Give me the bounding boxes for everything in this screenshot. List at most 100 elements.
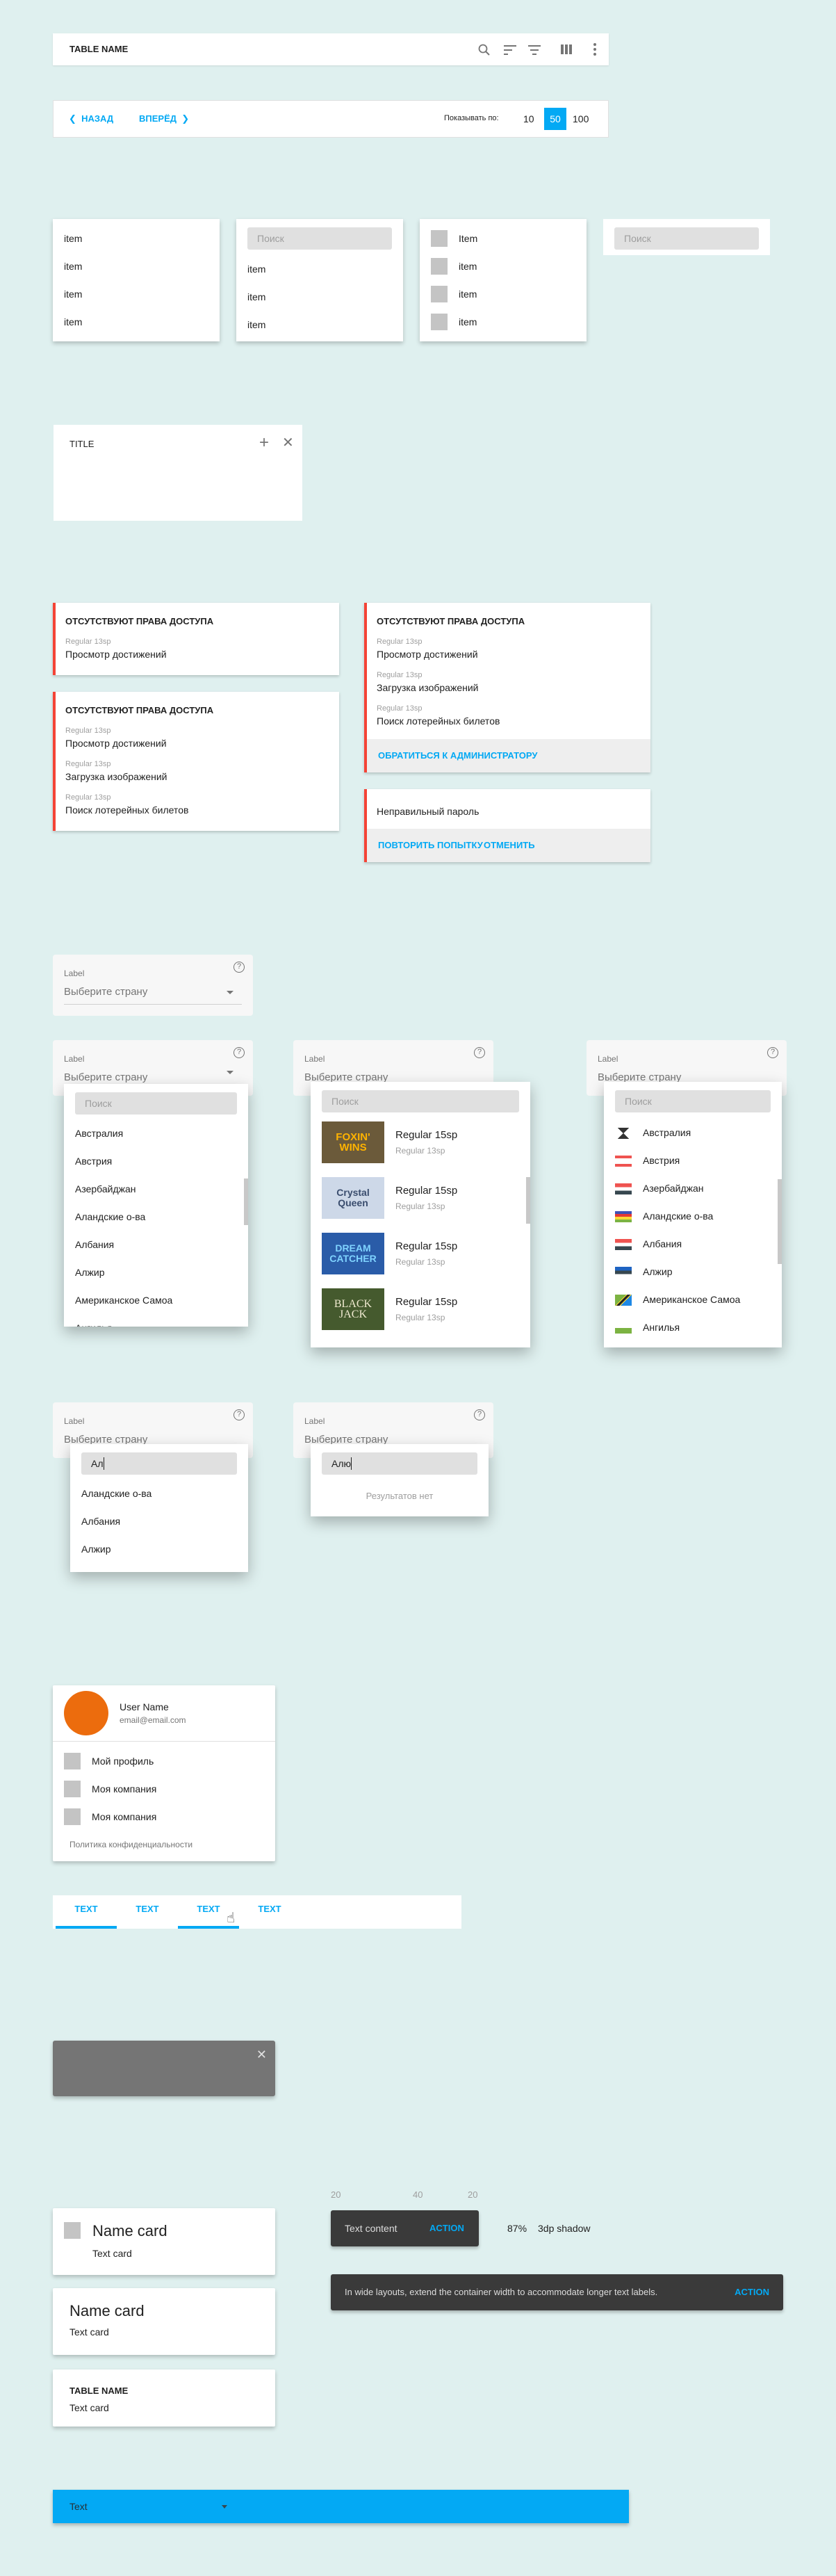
country-option[interactable]: Алжир: [81, 1544, 110, 1555]
menu-item[interactable]: Item: [459, 232, 477, 245]
country-option[interactable]: Американское Самоа: [75, 1295, 172, 1306]
search-input[interactable]: Ал: [81, 1452, 237, 1475]
country-option[interactable]: Албания: [75, 1239, 114, 1250]
tab-2[interactable]: TEXT: [117, 1895, 178, 1929]
per-page-50[interactable]: 50: [544, 108, 566, 130]
flag-icon: [615, 1322, 632, 1334]
alert-message: Неправильный пароль: [377, 806, 480, 817]
country-option[interactable]: Американское Самоа: [643, 1294, 740, 1305]
country-option[interactable]: Азербайджан: [643, 1183, 704, 1194]
contact-admin-button[interactable]: ОБРАТИТЬСЯ К АДМИНИСТРАТОРУ: [378, 750, 538, 761]
country-option[interactable]: Алжир: [643, 1266, 672, 1277]
menu-item[interactable]: item: [64, 232, 82, 245]
country-option[interactable]: Албания: [81, 1516, 120, 1527]
select-label: Label: [598, 1054, 618, 1064]
menu-item[interactable]: item: [64, 260, 82, 273]
sort-icon[interactable]: [503, 44, 517, 56]
alert-value: Поиск лотерейных билетов: [377, 715, 500, 727]
game-title[interactable]: Regular 15sp: [395, 1296, 457, 1308]
select-label: Label: [64, 1054, 85, 1064]
select-label: Label: [304, 1416, 325, 1426]
back-button[interactable]: ❮ НАЗАД: [69, 113, 113, 124]
search-input[interactable]: Поиск: [247, 227, 392, 250]
menu-item-company[interactable]: Моя компания: [92, 1783, 156, 1795]
country-option[interactable]: Аландские о-ва: [643, 1210, 713, 1222]
menu-item[interactable]: item: [247, 263, 265, 275]
help-icon[interactable]: ?: [474, 1047, 485, 1058]
menu-item-profile[interactable]: Мой профиль: [92, 1755, 154, 1767]
menu-item[interactable]: item: [64, 316, 82, 328]
game-title[interactable]: Regular 15sp: [395, 1240, 457, 1252]
search-input[interactable]: Алю: [322, 1452, 477, 1475]
avatar[interactable]: [64, 1691, 108, 1735]
access-alert-action: ОТСУТСТВУЮТ ПРАВА ДОСТУПА Regular 13sp П…: [364, 603, 650, 772]
menu-item[interactable]: item: [247, 291, 265, 303]
tab-1[interactable]: TEXT: [56, 1895, 117, 1929]
game-title[interactable]: Regular 15sp: [395, 1185, 457, 1197]
scrollbar[interactable]: [526, 1177, 530, 1224]
per-page-10[interactable]: 10: [523, 113, 534, 124]
game-thumbnail[interactable]: DREAM CATCHER: [322, 1233, 384, 1274]
country-option[interactable]: Аландские о-ва: [81, 1488, 151, 1499]
dropdown-arrow-icon: [227, 1071, 233, 1074]
game-thumbnail[interactable]: BLACK JACK: [322, 1288, 384, 1330]
chevron-right-icon: ❯: [181, 113, 190, 124]
help-icon[interactable]: ?: [767, 1047, 778, 1058]
country-option[interactable]: Аландские о-ва: [75, 1211, 145, 1222]
help-icon[interactable]: ?: [233, 1047, 245, 1058]
filter-icon[interactable]: [527, 44, 541, 56]
blue-select-bar[interactable]: Text: [53, 2490, 629, 2523]
alert-footer: ПОВТОРИТЬ ПОПЫТКУ ОТМЕНИТЬ: [367, 829, 650, 862]
chevron-left-icon: ❮: [69, 113, 76, 124]
country-option[interactable]: Алжир: [75, 1267, 104, 1278]
more-vert-icon[interactable]: [591, 42, 598, 56]
help-icon[interactable]: ?: [233, 962, 245, 973]
cancel-button[interactable]: ОТМЕНИТЬ: [484, 840, 535, 850]
country-option[interactable]: Австралия: [643, 1127, 691, 1138]
flag-icon: [615, 1183, 632, 1194]
help-icon[interactable]: ?: [474, 1409, 485, 1420]
close-icon[interactable]: ✕: [282, 435, 294, 451]
game-thumbnail[interactable]: FOXIN' WINS: [322, 1121, 384, 1163]
country-option[interactable]: Австрия: [75, 1156, 112, 1167]
search-input[interactable]: Поиск: [322, 1090, 519, 1112]
add-icon[interactable]: +: [259, 435, 269, 451]
menu-item[interactable]: item: [247, 318, 265, 331]
search-input[interactable]: Поиск: [614, 227, 759, 250]
snackbar-action[interactable]: ACTION: [429, 2223, 464, 2233]
scrollbar[interactable]: [244, 1178, 248, 1225]
access-alert-short: ОТСУТСТВУЮТ ПРАВА ДОСТУПА Regular 13sp П…: [53, 603, 339, 675]
country-select[interactable]: Label ? Выберите страну: [53, 955, 253, 1016]
retry-button[interactable]: ПОВТОРИТЬ ПОПЫТКУ: [378, 840, 483, 850]
country-option[interactable]: Австрия: [643, 1155, 680, 1166]
access-alert-full: ОТСУТСТВУЮТ ПРАВА ДОСТУПА Regular 13sp П…: [53, 692, 339, 831]
menu-item[interactable]: item: [459, 316, 477, 328]
name-card-with-icon: Name card Text card: [53, 2208, 275, 2275]
game-title[interactable]: Regular 15sp: [395, 1129, 457, 1141]
forward-button[interactable]: ВПЕРЁД ❯: [139, 113, 189, 124]
menu-item[interactable]: item: [459, 260, 477, 273]
card-title: TABLE NAME: [69, 2385, 129, 2396]
country-option[interactable]: Ангилья: [75, 1322, 112, 1327]
country-option[interactable]: Ангилья: [643, 1322, 680, 1333]
menu-item[interactable]: item: [459, 288, 477, 300]
help-icon[interactable]: ?: [233, 1409, 245, 1420]
per-page-label: Показывать по:: [444, 114, 499, 122]
menu-item[interactable]: item: [64, 288, 82, 300]
privacy-policy-link[interactable]: Политика конфиденциальности: [69, 1840, 192, 1849]
toast: ✕: [53, 2041, 275, 2096]
snackbar-action[interactable]: ACTION: [735, 2287, 769, 2297]
country-option[interactable]: Албания: [643, 1238, 682, 1249]
close-icon[interactable]: ✕: [256, 2048, 267, 2062]
search-input[interactable]: Поиск: [75, 1092, 237, 1115]
game-thumbnail[interactable]: Crystal Queen: [322, 1177, 384, 1219]
tab-4[interactable]: TEXT: [239, 1895, 300, 1929]
search-input[interactable]: Поиск: [615, 1090, 771, 1112]
country-option[interactable]: Азербайджан: [75, 1183, 136, 1194]
country-option[interactable]: Австралия: [75, 1128, 123, 1139]
per-page-100[interactable]: 100: [573, 113, 589, 124]
columns-icon[interactable]: [560, 44, 573, 55]
menu-item-company[interactable]: Моя компания: [92, 1811, 156, 1823]
search-icon[interactable]: [477, 43, 491, 57]
scrollbar[interactable]: [778, 1179, 782, 1264]
